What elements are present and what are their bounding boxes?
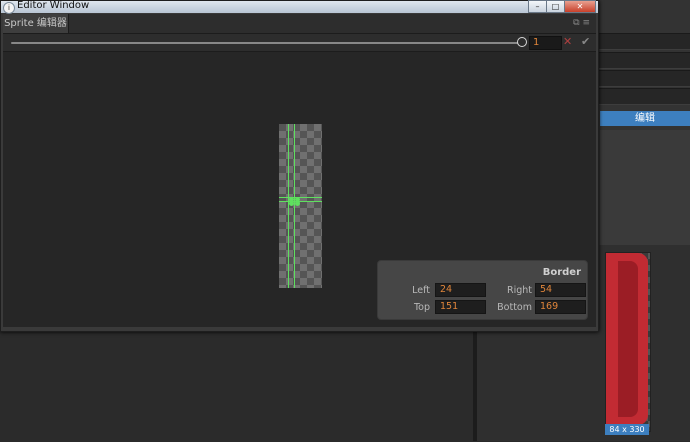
tab-bar: Sprite 编辑器 ⧉ ≡	[3, 14, 596, 34]
zoom-slider-knob[interactable]	[517, 37, 527, 47]
inspector-field[interactable]	[595, 88, 690, 105]
maximize-button[interactable]: □	[546, 0, 565, 13]
sprite-preview	[605, 252, 651, 432]
border-guide-top[interactable]	[279, 197, 322, 198]
inspector-section	[600, 130, 690, 245]
inspector-field[interactable]	[595, 70, 690, 87]
confirm-icon[interactable]: ✔	[581, 35, 590, 48]
window-title: Editor Window	[17, 0, 90, 11]
close-button[interactable]: ✕	[564, 0, 596, 13]
inspector-field[interactable]	[595, 33, 690, 50]
border-handle[interactable]	[295, 201, 300, 206]
left-input[interactable]: 24	[435, 283, 486, 297]
bottom-input[interactable]: 169	[535, 300, 586, 314]
border-panel: Border Left 24 Right 54 Top 151 Bottom 1…	[377, 260, 588, 320]
tab-menu-icon[interactable]: ⧉ ≡	[573, 18, 590, 28]
zoom-toolbar: 1 ✕ ✔	[3, 34, 596, 52]
editor-window: i Editor Window – □ ✕ Sprite 编辑器 ⧉ ≡ 1 ✕…	[0, 0, 599, 332]
sprite-canvas[interactable]: Border Left 24 Right 54 Top 151 Bottom 1…	[3, 52, 596, 327]
border-guide-right[interactable]	[294, 124, 295, 288]
cancel-icon[interactable]: ✕	[563, 35, 572, 48]
right-label: Right	[506, 285, 532, 296]
top-input[interactable]: 151	[435, 300, 486, 314]
left-label: Left	[412, 285, 430, 296]
tab-sprite-editor[interactable]: Sprite 编辑器	[3, 14, 69, 33]
edit-sprite-button[interactable]: 编辑	[600, 111, 690, 126]
border-handle[interactable]	[289, 201, 294, 206]
border-title: Border	[542, 267, 581, 278]
minimize-button[interactable]: –	[528, 0, 547, 13]
sprite-preview-inner	[618, 261, 638, 417]
zoom-input[interactable]: 1	[529, 36, 562, 50]
sprite-preview-image	[606, 253, 648, 425]
info-circle-icon: i	[3, 2, 15, 14]
background-panel	[0, 330, 473, 442]
zoom-slider-track[interactable]	[11, 42, 522, 44]
window-titlebar[interactable]: i Editor Window – □ ✕	[1, 0, 598, 14]
sprite-image	[279, 124, 322, 288]
inspector-field[interactable]	[595, 52, 690, 69]
border-guide-bottom[interactable]	[279, 201, 322, 202]
top-label: Top	[413, 302, 430, 313]
border-guide-left[interactable]	[288, 124, 289, 288]
right-input[interactable]: 54	[535, 283, 586, 297]
preview-size-label: 84 x 330	[605, 424, 649, 435]
bottom-label: Bottom	[497, 302, 532, 313]
